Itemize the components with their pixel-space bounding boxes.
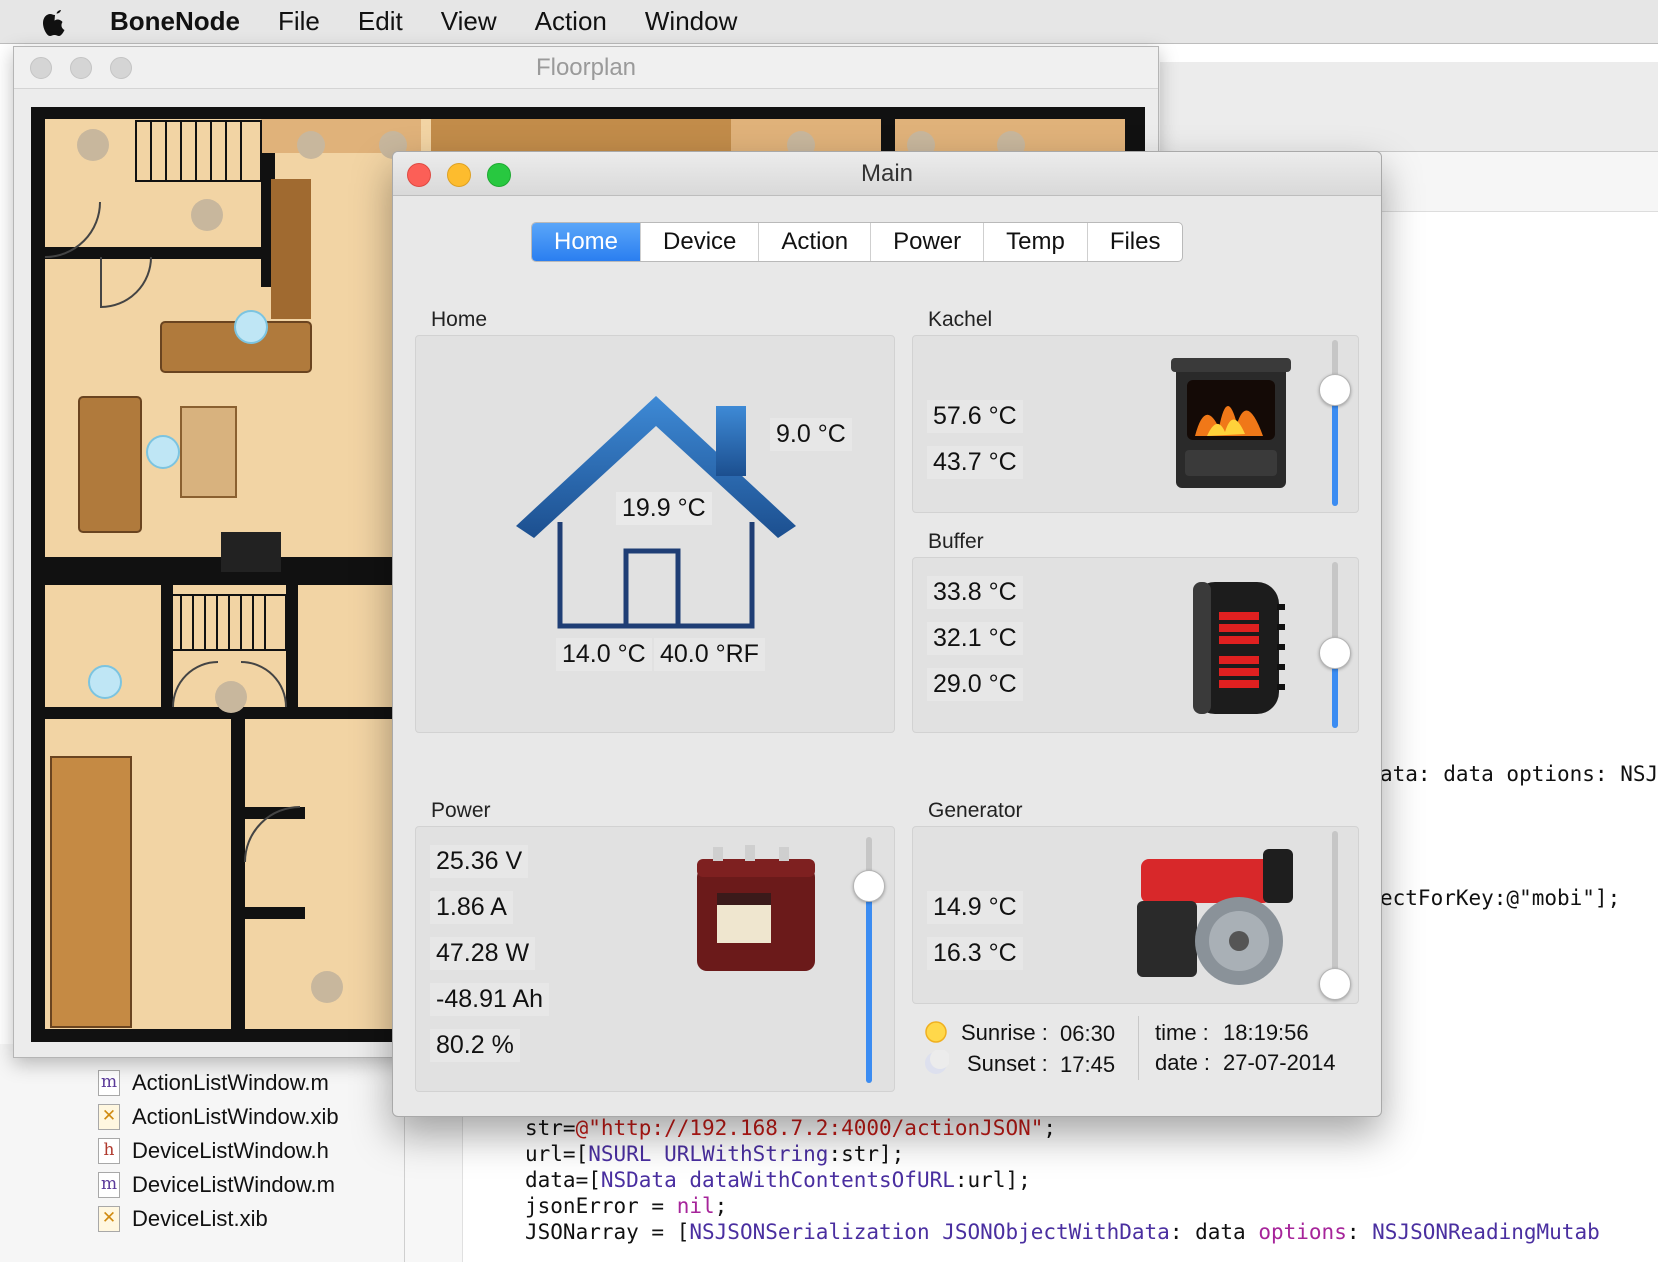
outside-temp: 9.0 °C — [770, 418, 852, 451]
tab-temp[interactable]: Temp — [984, 223, 1088, 261]
main-titlebar[interactable]: Main — [393, 152, 1381, 196]
m-file-icon: m — [98, 1172, 120, 1198]
file-item[interactable]: ✕ ActionListWindow.xib — [98, 1104, 339, 1130]
generator-slider-knob[interactable] — [1319, 968, 1351, 1000]
sunrise-label: Sunrise : — [961, 1020, 1048, 1045]
menu-edit[interactable]: Edit — [358, 6, 403, 37]
code-fragment-1: ata: data options: NSJ — [1380, 762, 1658, 786]
time-value: 18:19:56 — [1223, 1020, 1309, 1045]
sunset-time: 17:45 — [1060, 1052, 1116, 1077]
zoom-button[interactable] — [110, 57, 132, 79]
tab-action[interactable]: Action — [759, 223, 872, 261]
tab-bar: Home Device Action Power Temp Files — [531, 222, 1184, 262]
floorplan-titlebar[interactable]: Floorplan — [14, 47, 1158, 89]
stove-icon — [1171, 358, 1291, 488]
code-line: JSONarray = [NSJSONSerialization JSONObj… — [525, 1220, 1600, 1244]
power-percent: 80.2 % — [430, 1029, 520, 1062]
bottom-temp: 14.0 °C — [556, 638, 652, 671]
kachel-panel: 57.6 °C 43.7 °C — [912, 335, 1359, 513]
menu-file[interactable]: File — [278, 6, 320, 37]
xcode-toolbar — [1160, 62, 1658, 152]
buffer-temp-3: 29.0 °C — [927, 668, 1023, 701]
inside-temp: 19.9 °C — [616, 492, 712, 525]
kachel-temp-2: 43.7 °C — [927, 446, 1023, 479]
kachel-temp-1: 57.6 °C — [927, 400, 1023, 433]
close-button[interactable] — [30, 57, 52, 79]
tab-home[interactable]: Home — [532, 223, 642, 261]
file-item[interactable]: h DeviceListWindow.h — [98, 1138, 329, 1164]
menu-bar: BoneNode File Edit View Action Window — [0, 0, 1658, 44]
generator-temp-1: 14.9 °C — [927, 891, 1023, 924]
code-line: url=[NSURL URLWithString:str]; — [525, 1142, 905, 1166]
tab-power[interactable]: Power — [871, 223, 985, 261]
file-item[interactable]: m DeviceListWindow.m — [98, 1172, 335, 1198]
floorplan-title: Floorplan — [535, 54, 637, 81]
generator-temp-2: 16.3 °C — [927, 937, 1023, 970]
file-item[interactable]: m ActionListWindow.m — [98, 1070, 329, 1096]
file-navigator: m ActionListWindow.m ✕ ActionListWindow.xi… — [0, 1044, 405, 1262]
humidity: 40.0 °RF — [654, 638, 765, 671]
tab-device[interactable]: Device — [641, 223, 760, 261]
kachel-slider[interactable] — [1332, 340, 1338, 506]
app-menu[interactable]: BoneNode — [110, 6, 240, 37]
date-label: date : — [1155, 1050, 1211, 1075]
xib-file-icon: ✕ — [98, 1104, 120, 1130]
battery-icon — [697, 845, 815, 971]
kachel-slider-knob[interactable] — [1319, 374, 1351, 406]
home-panel: 9.0 °C 19.9 °C 14.0 °C 40.0 °RF — [415, 335, 895, 733]
moon-icon — [925, 1050, 949, 1074]
apple-menu-icon[interactable] — [0, 6, 110, 38]
main-title: Main — [860, 160, 914, 187]
h-file-icon: h — [98, 1138, 120, 1164]
divider — [1138, 1016, 1139, 1080]
minimize-button[interactable] — [447, 163, 471, 187]
sunrise-time: 06:30 — [1060, 1021, 1116, 1046]
minimize-button[interactable] — [70, 57, 92, 79]
menu-window[interactable]: Window — [645, 6, 737, 37]
buffer-panel: 33.8 °C 32.1 °C 29.0 °C — [912, 557, 1359, 733]
tab-files[interactable]: Files — [1088, 223, 1183, 261]
m-file-icon: m — [98, 1070, 120, 1096]
buffer-temp-2: 32.1 °C — [927, 622, 1023, 655]
menu-view[interactable]: View — [441, 6, 497, 37]
generator-icon — [1137, 849, 1293, 985]
kachel-group-label: Kachel — [928, 308, 993, 331]
zoom-button[interactable] — [487, 163, 511, 187]
code-line: data=[NSData dataWithContentsOfURL:url]; — [525, 1168, 1031, 1192]
power-voltage: 25.36 V — [430, 845, 529, 878]
home-group-label: Home — [431, 308, 488, 331]
power-amp-hours: -48.91 Ah — [430, 983, 550, 1016]
kachel-slider-fill — [1332, 390, 1338, 506]
menu-action[interactable]: Action — [535, 6, 607, 37]
generator-panel: 14.9 °C 16.3 °C — [912, 826, 1359, 1004]
power-panel: 25.36 V 1.86 A 47.28 W -48.91 Ah 80.2 % — [415, 826, 895, 1092]
power-slider-fill — [866, 886, 872, 1083]
sunset-label: Sunset : — [967, 1051, 1048, 1076]
time-label: time : — [1155, 1020, 1209, 1045]
power-watts: 47.28 W — [430, 937, 536, 970]
generator-group-label: Generator — [928, 799, 1023, 822]
file-item[interactable]: ✕ DeviceList.xib — [98, 1206, 268, 1232]
code-fragment-2: ectForKey:@"mobi"]; — [1380, 886, 1621, 910]
buffer-temp-1: 33.8 °C — [927, 576, 1023, 609]
power-group-label: Power — [431, 799, 491, 822]
main-window: Main Home Device Action Power Temp Files… — [392, 151, 1382, 1117]
date-value: 27-07-2014 — [1223, 1050, 1336, 1075]
code-line: str=@"http://192.168.7.2:4000/actionJSON… — [525, 1116, 1057, 1140]
buffer-tank-icon — [1193, 582, 1285, 714]
power-current: 1.86 A — [430, 891, 513, 924]
power-slider-knob[interactable] — [853, 870, 885, 902]
buffer-group-label: Buffer — [928, 530, 984, 553]
buffer-slider-knob[interactable] — [1319, 637, 1351, 669]
close-button[interactable] — [407, 163, 431, 187]
sun-icon — [925, 1021, 947, 1043]
code-line: jsonError = nil; — [525, 1194, 728, 1218]
xib-file-icon: ✕ — [98, 1206, 120, 1232]
